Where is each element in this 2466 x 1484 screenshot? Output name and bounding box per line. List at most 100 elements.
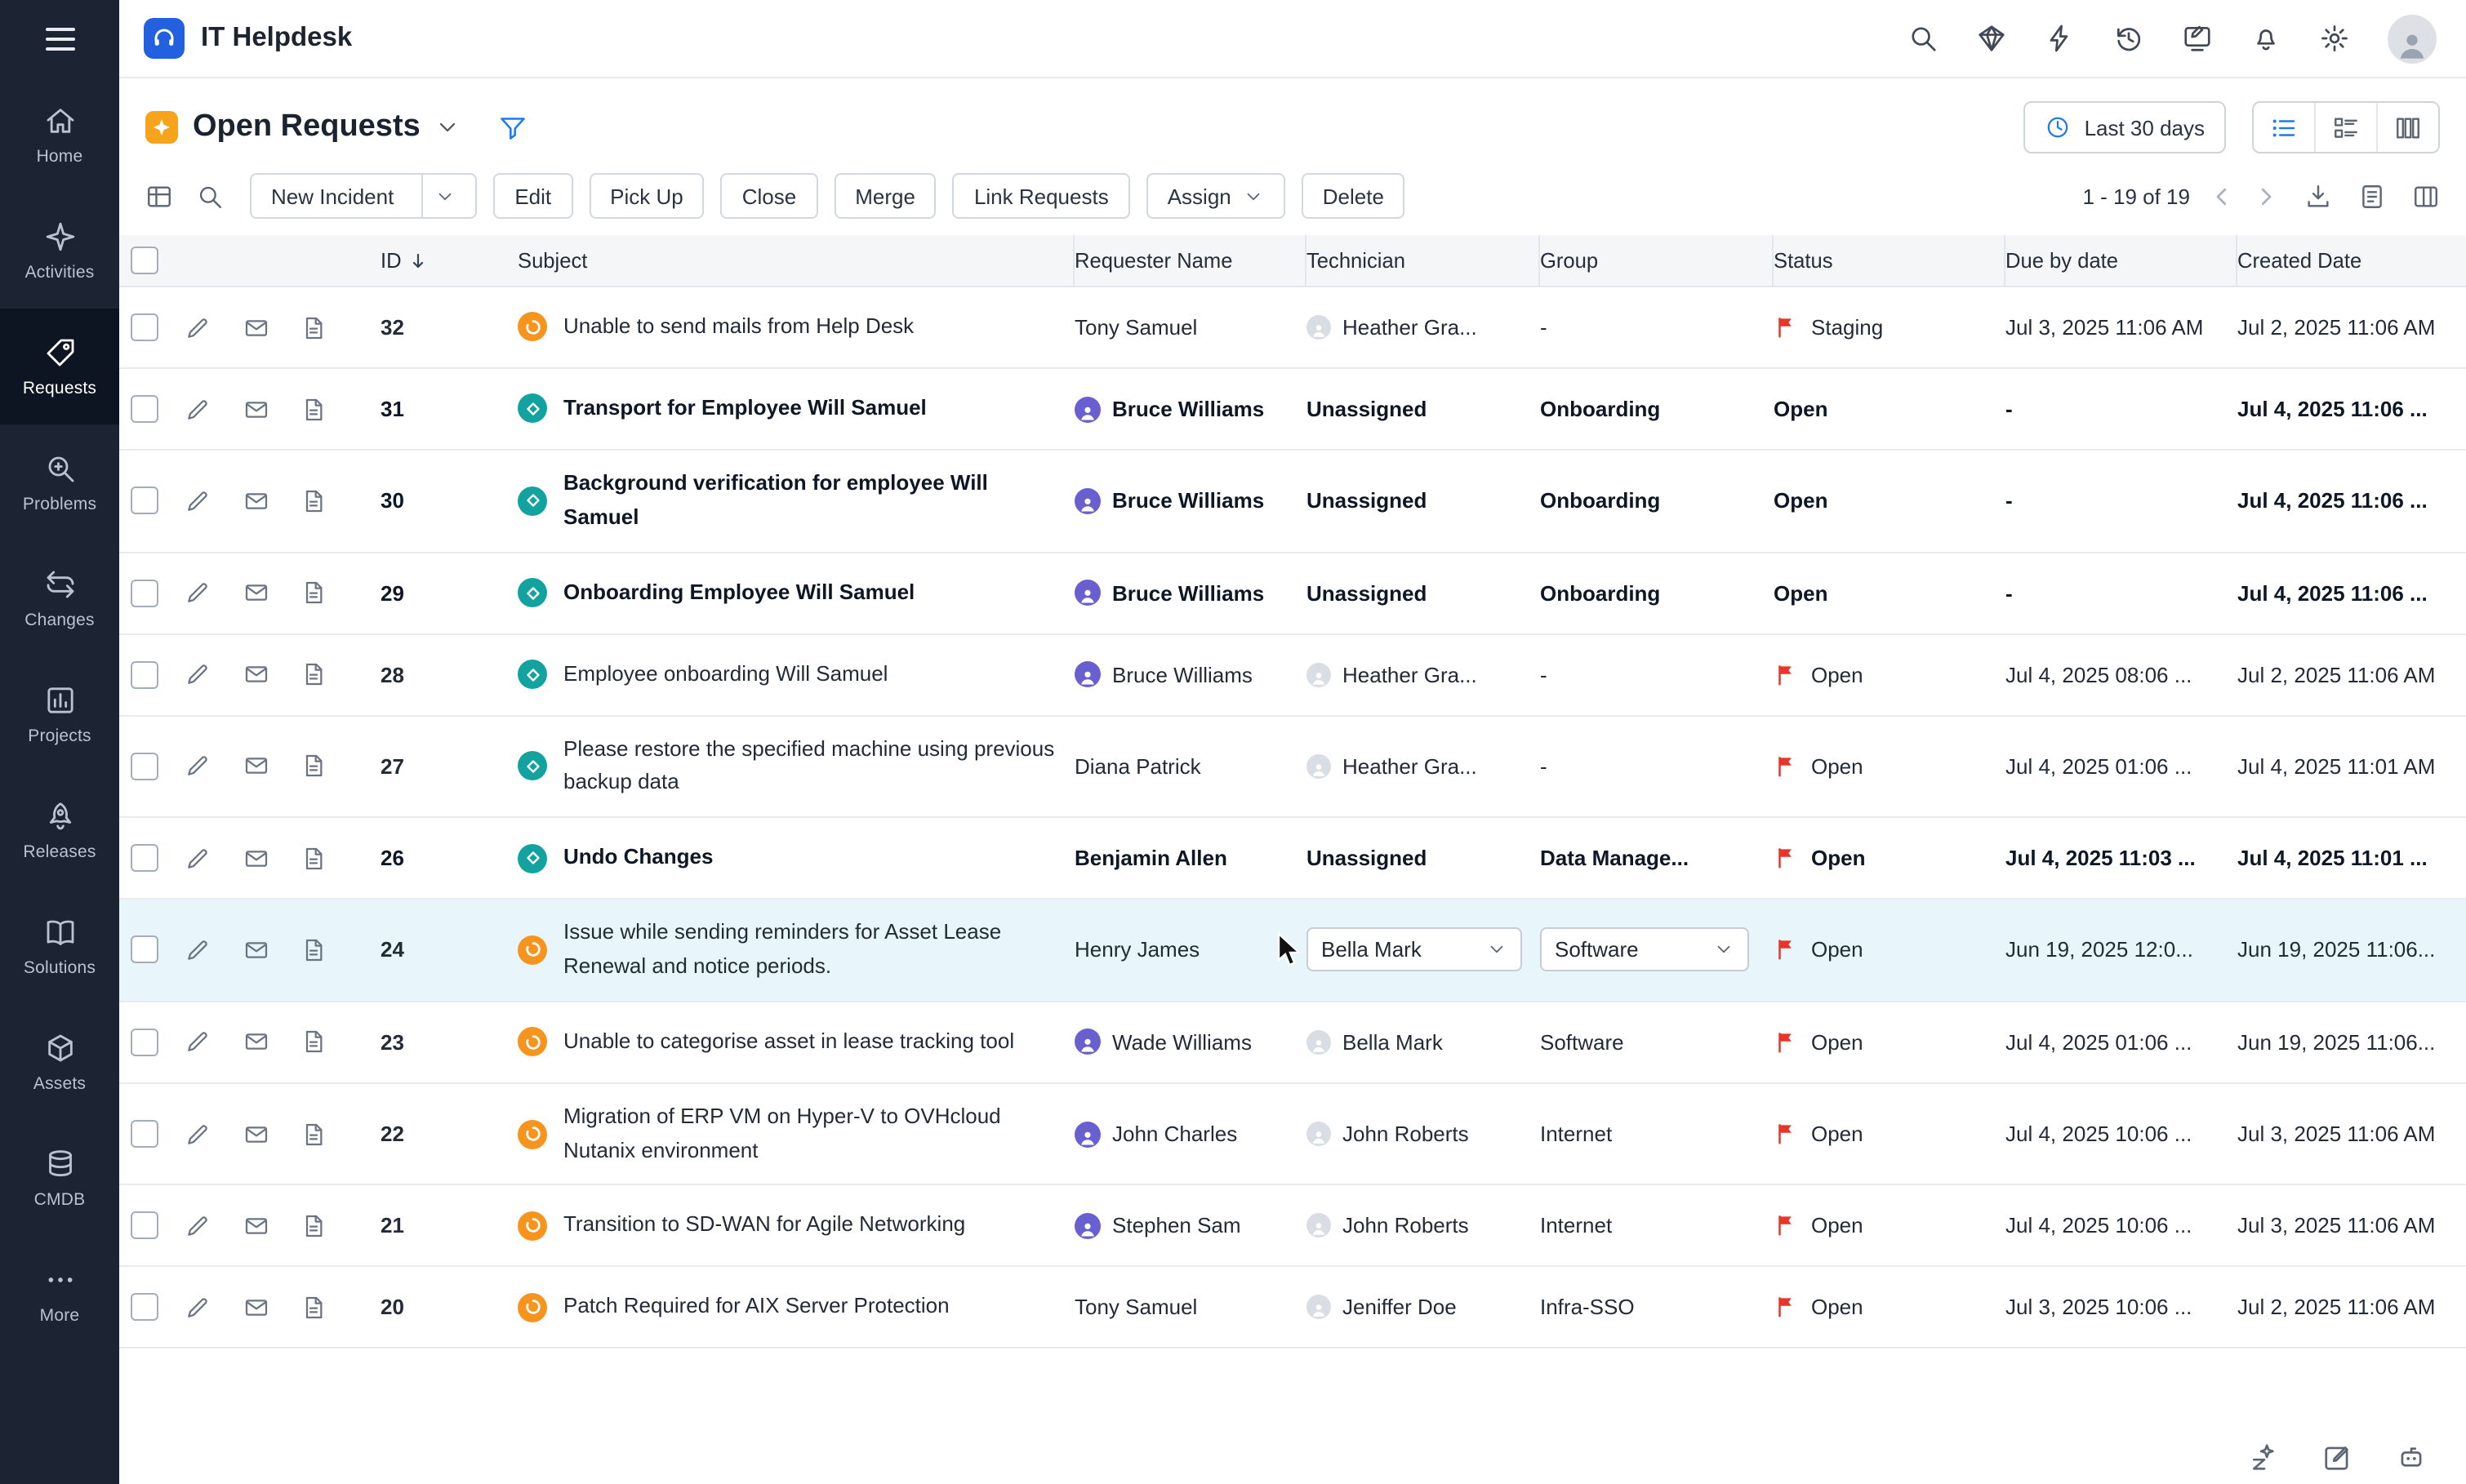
assign-button[interactable]: Assign bbox=[1146, 173, 1285, 219]
detail-view-button[interactable] bbox=[2314, 103, 2376, 152]
request-subject[interactable]: Employee onboarding Will Samuel bbox=[443, 657, 1075, 691]
row-select-checkbox[interactable] bbox=[130, 1120, 158, 1148]
date-range-button[interactable]: Last 30 days bbox=[2024, 101, 2226, 153]
edit-request-icon[interactable] bbox=[185, 396, 211, 422]
list-view-button[interactable] bbox=[2254, 103, 2314, 152]
edit-request-icon[interactable] bbox=[185, 1295, 211, 1321]
edit-request-icon[interactable] bbox=[185, 753, 211, 780]
edit-request-icon[interactable] bbox=[185, 1029, 211, 1055]
new-incident-button[interactable]: New Incident bbox=[250, 173, 477, 219]
reply-mail-icon[interactable] bbox=[243, 1213, 269, 1239]
request-subject[interactable]: Unable to categorise asset in lease trac… bbox=[443, 1025, 1075, 1060]
column-header-created[interactable]: Created Date bbox=[2237, 235, 2466, 286]
rewards-icon[interactable] bbox=[1976, 23, 2007, 54]
layout-icon[interactable] bbox=[145, 182, 173, 210]
request-id[interactable]: 23 bbox=[341, 1030, 443, 1055]
edit-request-icon[interactable] bbox=[185, 1213, 211, 1239]
reply-mail-icon[interactable] bbox=[243, 1029, 269, 1055]
row-select-checkbox[interactable] bbox=[130, 487, 158, 515]
edit-request-icon[interactable] bbox=[185, 488, 211, 514]
sidebar-item-assets[interactable]: Assets bbox=[0, 1004, 119, 1120]
reply-mail-icon[interactable] bbox=[243, 937, 269, 963]
column-header-group[interactable]: Group bbox=[1540, 235, 1774, 286]
column-header-id[interactable]: ID bbox=[341, 235, 443, 286]
request-row-31[interactable]: 31 Transport for Employee Will Samuel Br… bbox=[119, 369, 2466, 451]
sidebar-item-requests[interactable]: Requests bbox=[0, 309, 119, 424]
reply-mail-icon[interactable] bbox=[243, 314, 269, 340]
technician-dropdown[interactable]: Bella Mark bbox=[1306, 928, 1522, 972]
column-header-status[interactable]: Status bbox=[1774, 235, 2005, 286]
request-subject[interactable]: Undo Changes bbox=[443, 842, 1075, 876]
add-notes-icon[interactable] bbox=[300, 1213, 327, 1239]
request-subject[interactable]: Onboarding Employee Will Samuel bbox=[443, 575, 1075, 610]
edit-button[interactable]: Edit bbox=[493, 173, 572, 219]
add-notes-icon[interactable] bbox=[300, 1295, 327, 1321]
customize-columns-icon[interactable] bbox=[2412, 182, 2440, 210]
add-notes-icon[interactable] bbox=[300, 661, 327, 687]
edit-request-icon[interactable] bbox=[185, 580, 211, 606]
flash-icon[interactable] bbox=[2045, 23, 2076, 54]
merge-button[interactable]: Merge bbox=[834, 173, 937, 219]
column-header-due[interactable]: Due by date bbox=[2005, 235, 2237, 286]
add-notes-icon[interactable] bbox=[300, 1121, 327, 1147]
reply-mail-icon[interactable] bbox=[243, 396, 269, 422]
filter-icon[interactable] bbox=[499, 113, 528, 142]
reply-mail-icon[interactable] bbox=[243, 580, 269, 606]
request-id[interactable]: 31 bbox=[341, 397, 443, 421]
request-subject[interactable]: Patch Required for AIX Server Protection bbox=[443, 1291, 1075, 1325]
history-icon[interactable] bbox=[2113, 23, 2144, 54]
row-select-checkbox[interactable] bbox=[130, 660, 158, 688]
request-id[interactable]: 30 bbox=[341, 489, 443, 513]
add-notes-icon[interactable] bbox=[300, 937, 327, 963]
edit-request-icon[interactable] bbox=[185, 937, 211, 963]
sidebar-item-solutions[interactable]: Solutions bbox=[0, 888, 119, 1004]
edit-request-icon[interactable] bbox=[185, 845, 211, 871]
request-subject[interactable]: Transport for Employee Will Samuel bbox=[443, 392, 1075, 426]
request-row-23[interactable]: 23 Unable to categorise asset in lease t… bbox=[119, 1002, 2466, 1084]
reply-mail-icon[interactable] bbox=[243, 753, 269, 780]
feedback-survey-icon[interactable] bbox=[2182, 23, 2213, 54]
row-select-checkbox[interactable] bbox=[130, 1212, 158, 1240]
request-row-30[interactable]: 30 Background verification for employee … bbox=[119, 451, 2466, 553]
row-select-checkbox[interactable] bbox=[130, 753, 158, 780]
request-id[interactable]: 22 bbox=[341, 1122, 443, 1146]
request-id[interactable]: 21 bbox=[341, 1214, 443, 1238]
add-notes-icon[interactable] bbox=[300, 488, 327, 514]
request-id[interactable]: 24 bbox=[341, 938, 443, 962]
row-select-checkbox[interactable] bbox=[130, 395, 158, 423]
request-row-26[interactable]: 26 Undo Changes Benjamin Allen Unassigne… bbox=[119, 818, 2466, 900]
request-row-21[interactable]: 21 Transition to SD-WAN for Agile Networ… bbox=[119, 1186, 2466, 1268]
request-subject[interactable]: Please restore the specified machine usi… bbox=[443, 732, 1075, 800]
request-row-32[interactable]: 32 Unable to send mails from Help Desk T… bbox=[119, 287, 2466, 369]
reply-mail-icon[interactable] bbox=[243, 1121, 269, 1147]
delete-button[interactable]: Delete bbox=[1302, 173, 1405, 219]
request-row-29[interactable]: 29 Onboarding Employee Will Samuel Bruce… bbox=[119, 553, 2466, 634]
link-requests-button[interactable]: Link Requests bbox=[953, 173, 1130, 219]
reply-mail-icon[interactable] bbox=[243, 488, 269, 514]
add-notes-icon[interactable] bbox=[300, 753, 327, 780]
next-page-icon[interactable] bbox=[2254, 184, 2278, 208]
sidebar-item-changes[interactable]: Changes bbox=[0, 540, 119, 656]
reply-mail-icon[interactable] bbox=[243, 661, 269, 687]
column-header-subject[interactable]: Subject bbox=[443, 235, 1075, 286]
sidebar-item-more[interactable]: More bbox=[0, 1236, 119, 1352]
request-row-22[interactable]: 22 Migration of ERP VM on Hyper-V to OVH… bbox=[119, 1084, 2466, 1186]
add-notes-icon[interactable] bbox=[300, 314, 327, 340]
list-search-icon[interactable] bbox=[196, 182, 224, 210]
compose-icon[interactable] bbox=[2322, 1441, 2353, 1472]
pick-up-button[interactable]: Pick Up bbox=[589, 173, 705, 219]
request-id[interactable]: 32 bbox=[341, 315, 443, 340]
close-button[interactable]: Close bbox=[721, 173, 818, 219]
row-select-checkbox[interactable] bbox=[130, 1029, 158, 1056]
notifications-bell-icon[interactable] bbox=[2250, 23, 2281, 54]
request-id[interactable]: 20 bbox=[341, 1295, 443, 1320]
summary-panel-icon[interactable] bbox=[2358, 182, 2386, 210]
row-select-checkbox[interactable] bbox=[130, 579, 158, 606]
edit-request-icon[interactable] bbox=[185, 661, 211, 687]
request-row-20[interactable]: 20 Patch Required for AIX Server Protect… bbox=[119, 1268, 2466, 1349]
sidebar-item-home[interactable]: Home bbox=[0, 77, 119, 193]
sidebar-item-activities[interactable]: Activities bbox=[0, 193, 119, 309]
sidebar-item-releases[interactable]: Releases bbox=[0, 772, 119, 888]
edit-request-icon[interactable] bbox=[185, 314, 211, 340]
bot-icon[interactable] bbox=[2396, 1441, 2427, 1472]
